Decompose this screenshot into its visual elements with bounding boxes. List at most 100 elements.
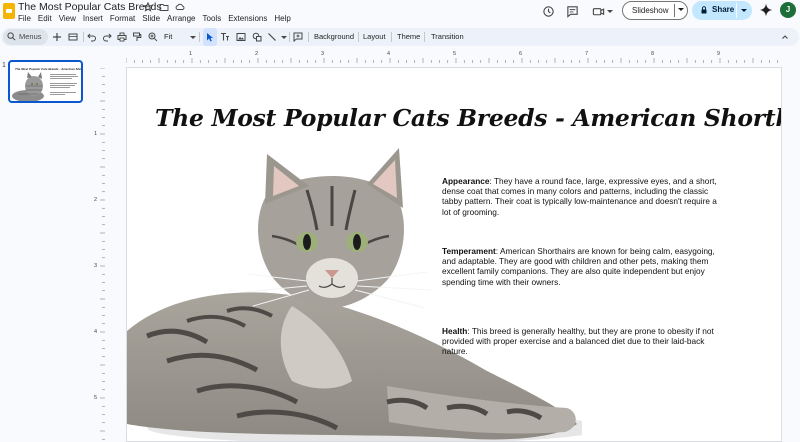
vertical-ruler-ticks	[100, 68, 105, 440]
cursor-arrow-icon	[207, 33, 213, 42]
share-label: Share	[712, 5, 735, 14]
cloud-saved-icon[interactable]	[175, 2, 185, 12]
add-comment-icon	[293, 32, 303, 42]
gemini-sparkle-icon[interactable]	[759, 3, 773, 17]
ruler-label: 9	[717, 51, 721, 57]
move-folder-icon[interactable]	[159, 2, 169, 12]
slide-title[interactable]: The Most Popular Cats Breeds - American …	[155, 104, 781, 132]
new-slide-layout-button[interactable]	[66, 28, 80, 46]
search-menus-field[interactable]: Menus	[3, 29, 48, 45]
comments-button[interactable]	[564, 0, 580, 22]
text-box-icon	[221, 32, 229, 41]
account-avatar[interactable]: J	[780, 2, 796, 18]
new-slide-button[interactable]	[51, 28, 63, 46]
document-title[interactable]: The Most Popular Cats Breeds	[18, 1, 162, 13]
zoom-icon	[148, 32, 158, 42]
thumbnail-text-line	[50, 83, 77, 84]
thumbnail-text-line	[50, 85, 75, 86]
meet-dropdown-icon	[607, 9, 613, 13]
menu-edit[interactable]: Edit	[38, 14, 52, 23]
ruler-label: 6	[519, 51, 523, 57]
menu-arrange[interactable]: Arrange	[167, 14, 195, 23]
ruler-label: 1	[94, 131, 98, 137]
title-actions	[143, 2, 185, 12]
zoom-level-select[interactable]: Fit	[164, 32, 172, 41]
menu-slide[interactable]: Slide	[142, 14, 160, 23]
menu-extensions[interactable]: Extensions	[228, 14, 267, 23]
meet-button[interactable]	[590, 0, 613, 22]
shape-button[interactable]	[251, 28, 263, 46]
line-button[interactable]	[266, 28, 278, 46]
menu-bar: File Edit View Insert Format Slide Arran…	[18, 14, 298, 23]
thumbnail-text-line	[50, 76, 78, 77]
temperament-paragraph[interactable]: Temperament: American Shorthairs are kno…	[442, 246, 724, 287]
toolbar-divider	[358, 32, 359, 42]
menu-tools[interactable]: Tools	[203, 14, 222, 23]
slide-thumbnail[interactable]: The Most Popular Cats Breeds - American …	[8, 60, 83, 103]
temperament-heading: Temperament	[442, 246, 496, 256]
zoom-button[interactable]	[147, 28, 159, 46]
redo-button[interactable]	[101, 28, 113, 46]
slideshow-button[interactable]: Slideshow	[622, 1, 688, 20]
menu-view[interactable]: View	[59, 14, 76, 23]
appearance-heading: Appearance	[442, 176, 490, 186]
share-button[interactable]: Share	[692, 1, 752, 20]
menu-format[interactable]: Format	[110, 14, 135, 23]
transition-button[interactable]: Transition	[431, 32, 464, 41]
ruler-label: 3	[94, 263, 98, 269]
share-options-icon[interactable]	[741, 9, 747, 12]
slide-layout-icon	[68, 33, 78, 41]
version-history-button[interactable]	[540, 0, 556, 22]
health-body: : This breed is generally healthy, but t…	[442, 326, 714, 357]
add-comment-button[interactable]	[292, 28, 304, 46]
layout-button[interactable]: Layout	[363, 32, 386, 41]
insert-image-button[interactable]	[235, 28, 247, 46]
toolbar-divider	[308, 32, 309, 42]
history-icon	[540, 3, 556, 19]
toolbar-divider	[83, 32, 84, 42]
star-icon[interactable]	[143, 2, 153, 12]
health-heading: Health	[442, 326, 468, 336]
toolbar-divider	[391, 32, 392, 42]
menu-file[interactable]: File	[18, 14, 31, 23]
health-paragraph[interactable]: Health: This breed is generally healthy,…	[442, 326, 724, 357]
comment-icon	[564, 3, 580, 19]
slide-canvas[interactable]: The Most Popular Cats Breeds - American …	[126, 67, 782, 442]
chevron-up-icon	[782, 35, 788, 39]
line-dropdown-icon[interactable]	[281, 36, 287, 39]
slides-logo-icon[interactable]	[3, 3, 15, 19]
thumbnail-text-line	[50, 74, 76, 75]
search-icon	[7, 32, 16, 41]
slide-number: 1	[2, 62, 6, 69]
main-toolbar: Menus Fit Background Layout Theme Transi…	[1, 28, 799, 46]
appearance-paragraph[interactable]: Appearance: They have a round face, larg…	[442, 176, 724, 217]
menu-help[interactable]: Help	[274, 14, 290, 23]
share-divider	[736, 3, 737, 18]
ruler-label: 2	[94, 197, 98, 203]
slideshow-options-icon[interactable]	[678, 8, 684, 11]
zoom-dropdown-icon[interactable]	[190, 36, 196, 39]
slideshow-divider	[674, 4, 675, 17]
undo-button[interactable]	[86, 28, 98, 46]
ruler-label: 8	[651, 51, 655, 57]
horizontal-ruler[interactable]: 1 2 3 4 5 6 7 8 9	[126, 50, 784, 64]
toolbar-divider	[199, 32, 200, 42]
collapse-toolbar-button[interactable]	[779, 28, 791, 46]
paint-format-button[interactable]	[131, 28, 143, 46]
plus-icon	[53, 33, 61, 41]
theme-button[interactable]: Theme	[397, 32, 420, 41]
text-box-button[interactable]	[219, 28, 231, 46]
menu-insert[interactable]: Insert	[83, 14, 103, 23]
select-tool-button[interactable]	[203, 28, 217, 46]
print-button[interactable]	[116, 28, 128, 46]
ruler-label: 3	[321, 51, 325, 57]
ruler-label: 5	[453, 51, 457, 57]
thumbnail-cat-image	[12, 72, 44, 101]
ruler-label: 5	[94, 395, 98, 401]
lock-icon	[701, 6, 707, 14]
slideshow-label: Slideshow	[632, 6, 669, 15]
vertical-ruler[interactable]: 1 2 3 4 5	[92, 68, 106, 442]
thumbnail-text-line	[50, 87, 70, 88]
background-button[interactable]: Background	[314, 32, 354, 41]
video-camera-icon	[590, 3, 606, 19]
